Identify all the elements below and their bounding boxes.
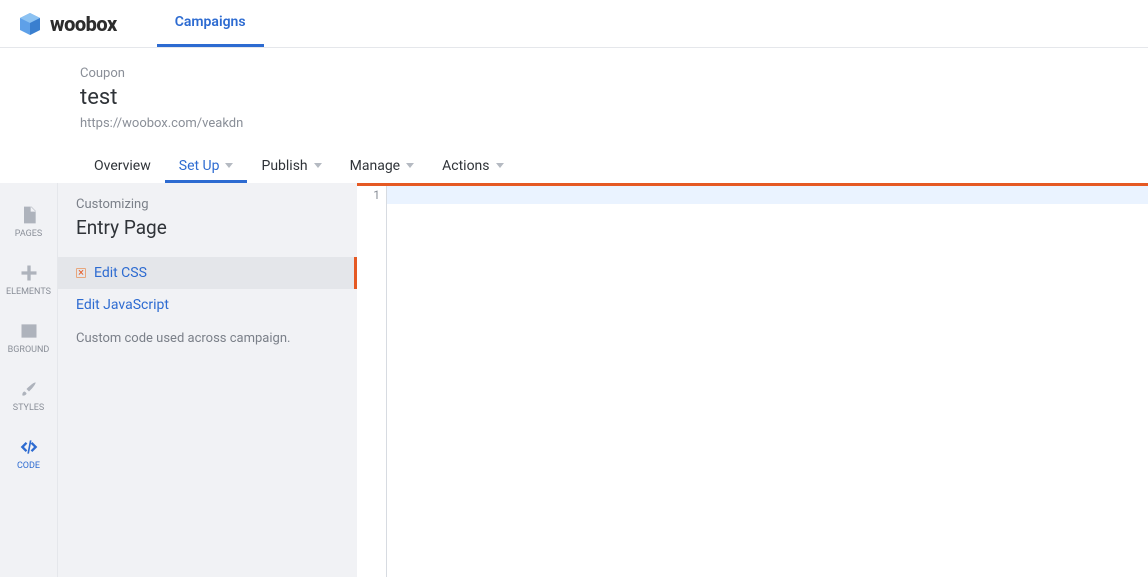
left-rail: PAGES ELEMENTS BGROUND STYLES CODE <box>0 183 57 577</box>
rail-styles[interactable]: STYLES <box>0 367 57 425</box>
customize-list: × Edit CSS Edit JavaScript <box>58 257 357 321</box>
tab-manage[interactable]: Manage <box>336 151 428 183</box>
woobox-logo-icon <box>18 12 42 36</box>
rail-code[interactable]: CODE <box>0 425 57 483</box>
nav-campaigns[interactable]: Campaigns <box>157 0 264 47</box>
plus-icon <box>19 263 39 283</box>
customize-sub: Customizing <box>76 197 339 212</box>
top-bar: woobox Campaigns <box>0 0 1148 48</box>
campaign-title: test <box>80 85 1148 110</box>
tab-setup-label: Set Up <box>179 158 220 174</box>
edit-js-label: Edit JavaScript <box>76 297 169 313</box>
editor-gutter: 1 <box>357 186 387 577</box>
campaign-url[interactable]: https://woobox.com/veakdn <box>80 116 1148 131</box>
campaign-header: Coupon test https://woobox.com/veakdn <box>0 48 1148 131</box>
customize-edit-js[interactable]: Edit JavaScript <box>58 289 357 321</box>
rail-pages-label: PAGES <box>15 229 42 239</box>
brand[interactable]: woobox <box>18 0 157 47</box>
nav-campaigns-label: Campaigns <box>175 14 246 30</box>
tab-manage-label: Manage <box>350 158 400 174</box>
chevron-down-icon <box>314 163 322 168</box>
rail-styles-label: STYLES <box>13 403 45 413</box>
editor-content[interactable] <box>387 186 1148 577</box>
main-row: PAGES ELEMENTS BGROUND STYLES CODE Custo… <box>0 183 1148 577</box>
brush-icon <box>19 379 39 399</box>
rail-bground[interactable]: BGROUND <box>0 309 57 367</box>
tab-publish-label: Publish <box>261 158 307 174</box>
rail-pages[interactable]: PAGES <box>0 193 57 251</box>
code-icon <box>19 437 39 457</box>
chevron-down-icon <box>406 163 414 168</box>
sub-tabs: Overview Set Up Publish Manage Actions <box>0 151 1148 183</box>
rail-code-label: CODE <box>17 461 40 471</box>
rail-elements-label: ELEMENTS <box>6 287 51 297</box>
editor-body: 1 <box>357 186 1148 577</box>
customize-header: Customizing Entry Page <box>58 183 357 249</box>
top-nav: Campaigns <box>157 0 264 47</box>
tab-actions[interactable]: Actions <box>428 151 517 183</box>
image-icon <box>19 321 39 341</box>
rail-bground-label: BGROUND <box>8 345 50 355</box>
line-number: 1 <box>357 188 380 202</box>
page-icon <box>19 205 39 225</box>
tab-publish[interactable]: Publish <box>247 151 335 183</box>
customize-panel: Customizing Entry Page × Edit CSS Edit J… <box>57 183 357 577</box>
tab-actions-label: Actions <box>442 158 489 174</box>
chevron-down-icon <box>496 163 504 168</box>
campaign-type: Coupon <box>80 66 1148 81</box>
code-editor: 1 <box>357 183 1148 577</box>
brand-name: woobox <box>50 12 117 36</box>
close-icon[interactable]: × <box>76 268 86 278</box>
tab-overview[interactable]: Overview <box>80 151 165 183</box>
customize-title: Entry Page <box>76 216 339 239</box>
edit-css-label: Edit CSS <box>94 265 147 281</box>
tab-overview-label: Overview <box>94 158 151 174</box>
chevron-down-icon <box>225 163 233 168</box>
tab-setup[interactable]: Set Up <box>165 151 248 183</box>
editor-line[interactable] <box>387 186 1148 204</box>
rail-elements[interactable]: ELEMENTS <box>0 251 57 309</box>
customize-note: Custom code used across campaign. <box>58 321 357 356</box>
customize-edit-css[interactable]: × Edit CSS <box>58 257 357 289</box>
